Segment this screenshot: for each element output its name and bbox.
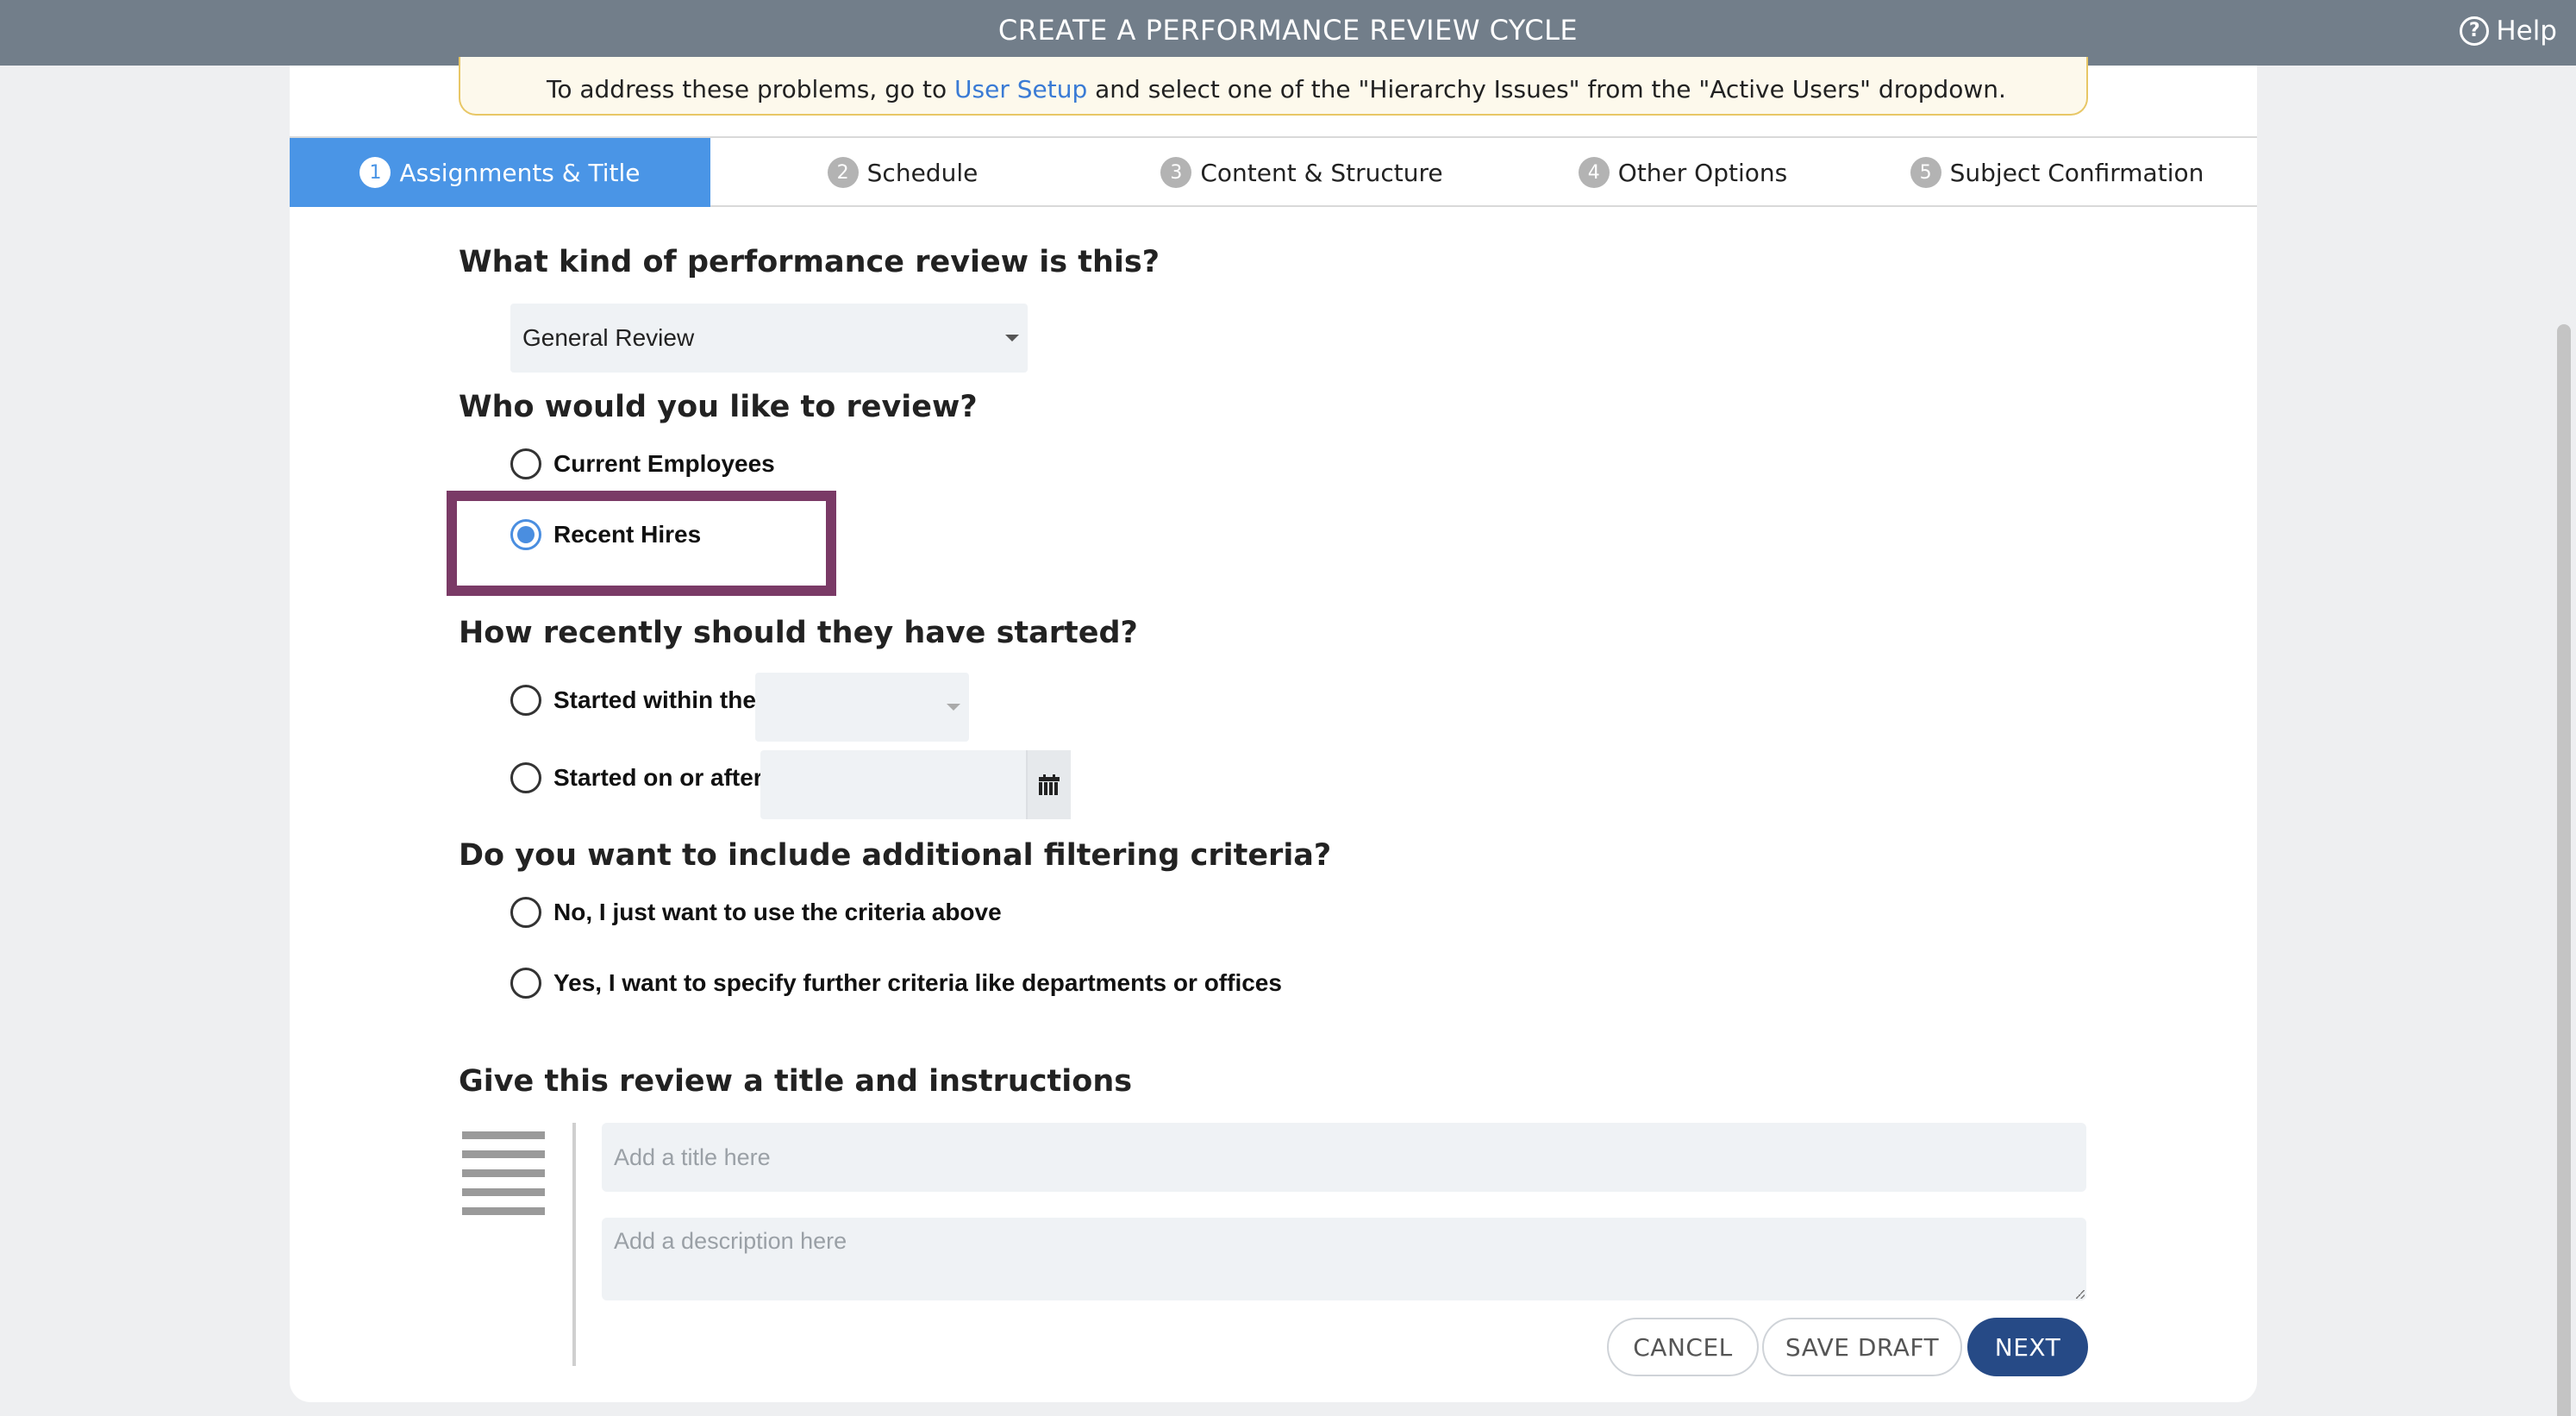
review-type-select[interactable]: General Review: [510, 304, 1028, 373]
step-number: 3: [1160, 157, 1192, 188]
filtering-question: Do you want to include additional filter…: [459, 838, 1332, 873]
scrollbar[interactable]: [2550, 66, 2576, 1416]
review-type-question: What kind of performance review is this?: [459, 245, 1160, 279]
hierarchy-warning-banner: To address these problems, go to User Se…: [459, 57, 2088, 116]
radio-current-employees[interactable]: Current Employees: [510, 448, 775, 479]
start-date-input[interactable]: [760, 750, 1071, 819]
step-subject-confirmation[interactable]: 5 Subject Confirmation: [1857, 138, 2257, 207]
step-label: Other Options: [1617, 158, 1788, 187]
radio-circle[interactable]: [510, 762, 541, 793]
step-number: 5: [1910, 157, 1941, 188]
step-number: 2: [827, 157, 859, 188]
radio-label: Started on or after: [553, 764, 763, 791]
review-cycle-card: To address these problems, go to User Se…: [290, 57, 2257, 1402]
chevron-down-icon: [947, 704, 960, 711]
step-label: Assignments & Title: [399, 158, 641, 187]
radio-circle[interactable]: [510, 897, 541, 928]
review-title-input[interactable]: [602, 1123, 2086, 1192]
next-button[interactable]: NEXT: [1967, 1318, 2088, 1376]
radio-circle[interactable]: [510, 685, 541, 716]
recency-question: How recently should they have started?: [459, 616, 1138, 650]
radio-label: Current Employees: [553, 450, 775, 477]
resize-handle-icon[interactable]: [2076, 1290, 2085, 1299]
help-label: Help: [2496, 16, 2557, 47]
top-bar: CREATE A PERFORMANCE REVIEW CYCLE ? Help: [0, 0, 2576, 66]
divider: [572, 1123, 576, 1366]
help-button[interactable]: ? Help: [2460, 12, 2557, 50]
radio-label: Started within the: [553, 686, 756, 713]
save-draft-button[interactable]: SAVE DRAFT: [1762, 1318, 1962, 1376]
chevron-down-icon: [1005, 335, 1019, 341]
calendar-button[interactable]: [1026, 750, 1071, 819]
warning-text-after: and select one of the "Hierarchy Issues"…: [1087, 75, 2006, 103]
radio-started-on-after[interactable]: Started on or after: [510, 762, 763, 793]
started-within-select[interactable]: [755, 673, 969, 742]
radio-label: No, I just want to use the criteria abov…: [553, 899, 1002, 925]
step-assignments-title[interactable]: 1 Assignments & Title: [290, 138, 710, 207]
calendar-icon: [1039, 774, 1060, 795]
who-question: Who would you like to review?: [459, 390, 978, 424]
step-other-options[interactable]: 4 Other Options: [1509, 138, 1857, 207]
question-circle-icon: ?: [2460, 16, 2490, 46]
radio-circle[interactable]: [510, 968, 541, 999]
step-label: Subject Confirmation: [1949, 158, 2204, 187]
page-title: CREATE A PERFORMANCE REVIEW CYCLE: [997, 14, 1579, 47]
text-lines-icon: [462, 1131, 545, 1226]
step-label: Content & Structure: [1200, 158, 1443, 187]
radio-label: Yes, I want to specify further criteria …: [553, 969, 1282, 996]
review-description-input[interactable]: [602, 1218, 2086, 1300]
cancel-button[interactable]: CANCEL: [1607, 1318, 1759, 1376]
radio-no-further-criteria[interactable]: No, I just want to use the criteria abov…: [510, 897, 1002, 928]
review-type-selected: General Review: [522, 324, 695, 351]
step-number: 1: [360, 157, 391, 188]
highlight-box: [447, 491, 836, 596]
warning-text-before: To address these problems, go to: [547, 75, 955, 103]
radio-circle[interactable]: [510, 448, 541, 479]
step-number: 4: [1578, 157, 1610, 188]
step-content-structure[interactable]: 3 Content & Structure: [1095, 138, 1509, 207]
user-setup-link[interactable]: User Setup: [954, 75, 1087, 103]
title-question: Give this review a title and instruction…: [459, 1064, 1133, 1099]
radio-started-within[interactable]: Started within the: [510, 685, 756, 716]
wizard-steps: 1 Assignments & Title 2 Schedule 3 Conte…: [290, 136, 2257, 207]
step-label: Schedule: [866, 158, 979, 187]
step-schedule[interactable]: 2 Schedule: [710, 138, 1095, 207]
scrollbar-thumb[interactable]: [2557, 324, 2571, 1416]
radio-further-criteria[interactable]: Yes, I want to specify further criteria …: [510, 968, 1282, 999]
